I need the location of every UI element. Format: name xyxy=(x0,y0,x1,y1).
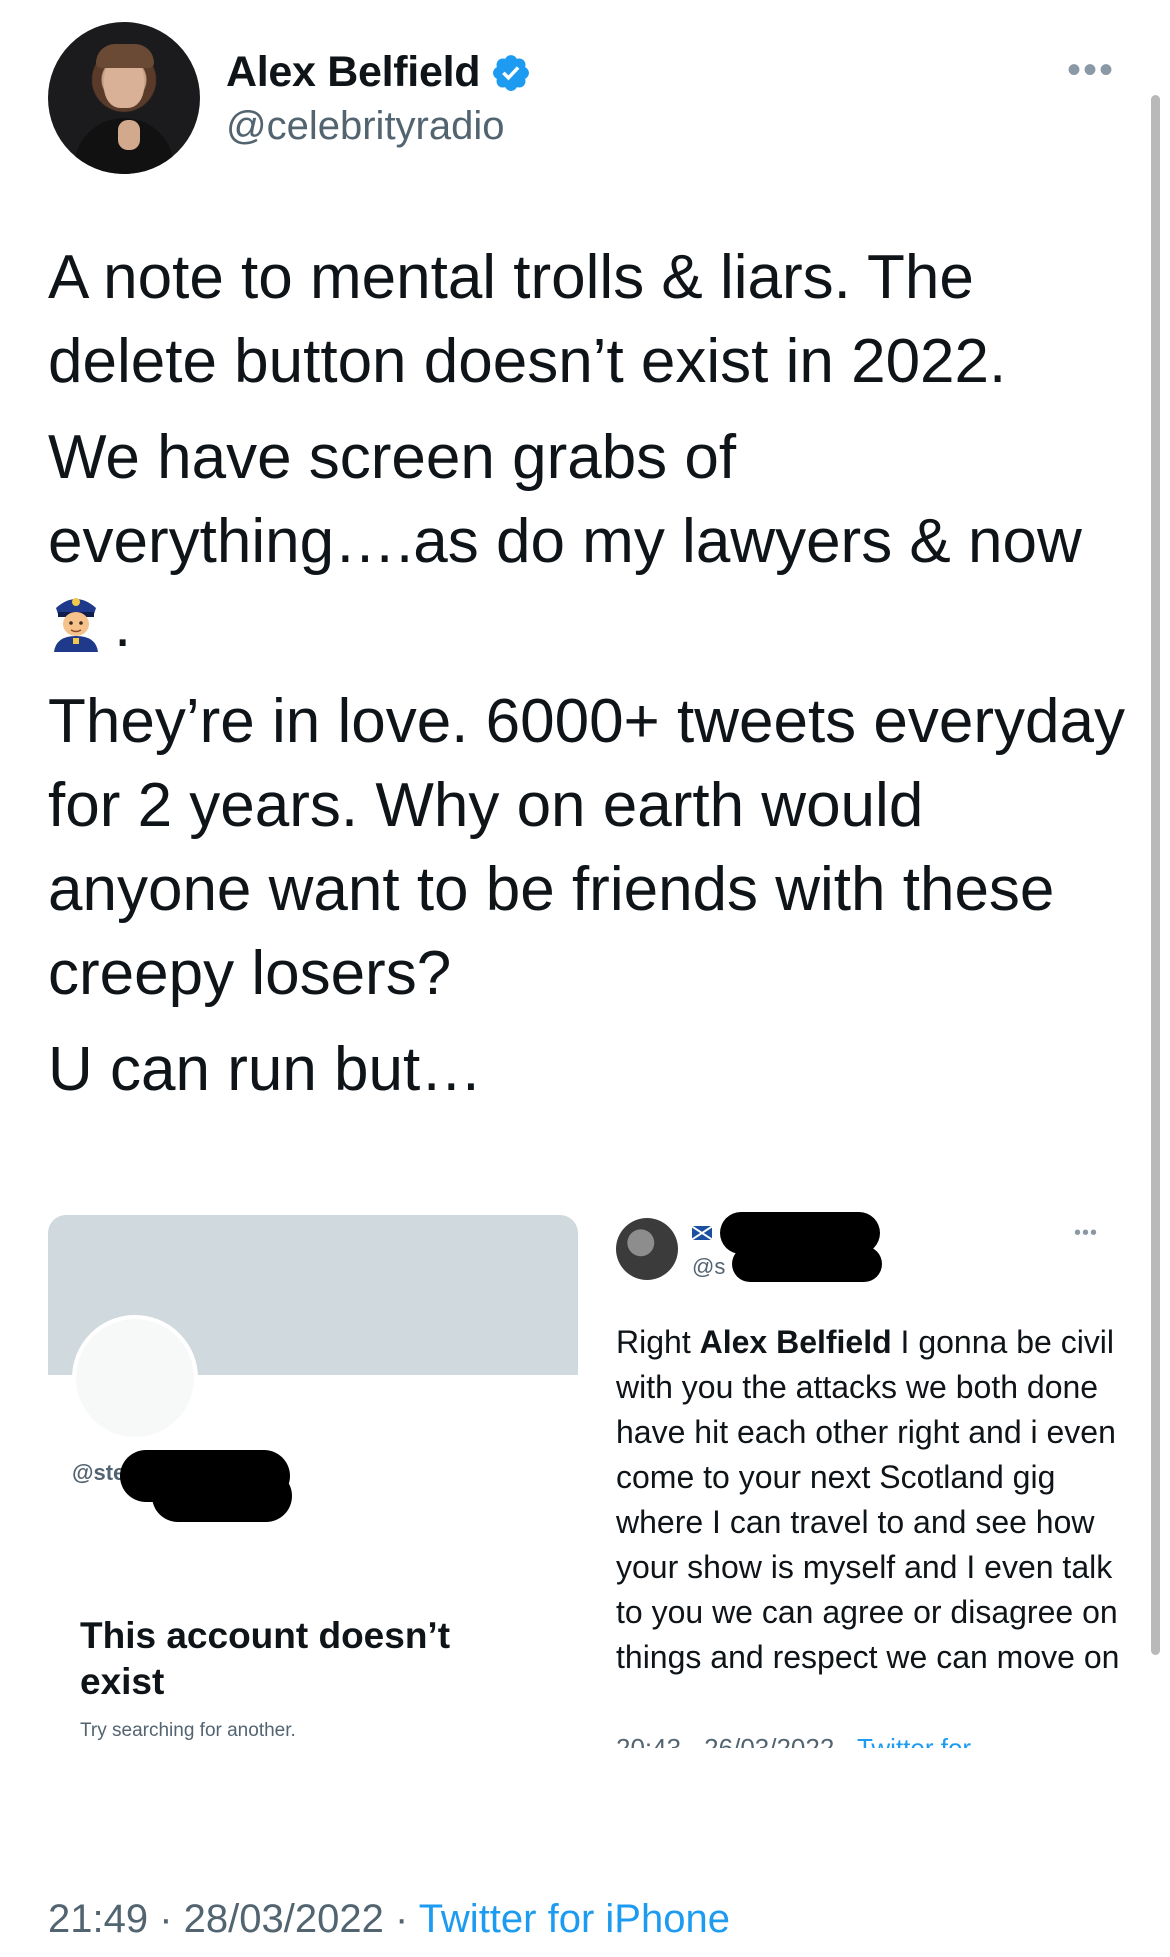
author-avatar[interactable] xyxy=(48,22,200,174)
police-officer-emoji-icon xyxy=(54,598,98,652)
embedded-avatar xyxy=(616,1218,678,1280)
tweet-text: A note to mental trolls & liars. The del… xyxy=(48,236,1128,1124)
more-options-icon[interactable]: ••• xyxy=(1067,50,1115,90)
embedded-image-deleted-account[interactable]: @steg This account doesn’t exist Try sea… xyxy=(48,1215,578,1775)
redaction-mark xyxy=(732,1246,882,1282)
embedded-tweet-text: Right Alex Belfield I gonna be civil wit… xyxy=(616,1324,1120,1675)
redaction-mark xyxy=(152,1470,292,1522)
tweet-paragraph-1: A note to mental trolls & liars. The del… xyxy=(48,243,1007,396)
account-missing-subtitle: Try searching for another. xyxy=(80,1720,296,1741)
profile-avatar-empty xyxy=(72,1315,198,1441)
tweet-paragraph-4: U can run but… xyxy=(48,1035,483,1104)
tweet-source-link[interactable]: Twitter for iPhone xyxy=(419,1897,730,1941)
author-name-row[interactable]: Alex Belfield xyxy=(226,48,532,97)
tweet-date[interactable]: 28/03/2022 xyxy=(184,1897,384,1941)
tweet-paragraph-3: They’re in love. 6000+ tweets everyday f… xyxy=(48,687,1125,1008)
embedded-image-reply-tweet[interactable]: @s ••• Right Alex Belfield I gonna be ci… xyxy=(600,1200,1160,1820)
author-display-name[interactable]: Alex Belfield xyxy=(226,48,480,97)
embedded-tweet-meta: 20:43 · 26/03/2022 · Twitter for xyxy=(616,1733,972,1748)
embedded-more-icon: ••• xyxy=(1074,1222,1099,1244)
tweet-meta: 21:49 · 28/03/2022 · Twitter for iPhone xyxy=(48,1897,730,1941)
scotland-flag-icon xyxy=(692,1226,712,1240)
tweet-paragraph-2: We have screen grabs of everything….as d… xyxy=(48,423,1082,660)
account-missing-title: This account doesn’t exist xyxy=(80,1615,451,1702)
author-handle[interactable]: @celebrityradio xyxy=(226,104,505,149)
tweet-time[interactable]: 21:49 xyxy=(48,1897,148,1941)
verified-badge-icon xyxy=(493,54,530,91)
embedded-handle: @s xyxy=(692,1254,726,1279)
